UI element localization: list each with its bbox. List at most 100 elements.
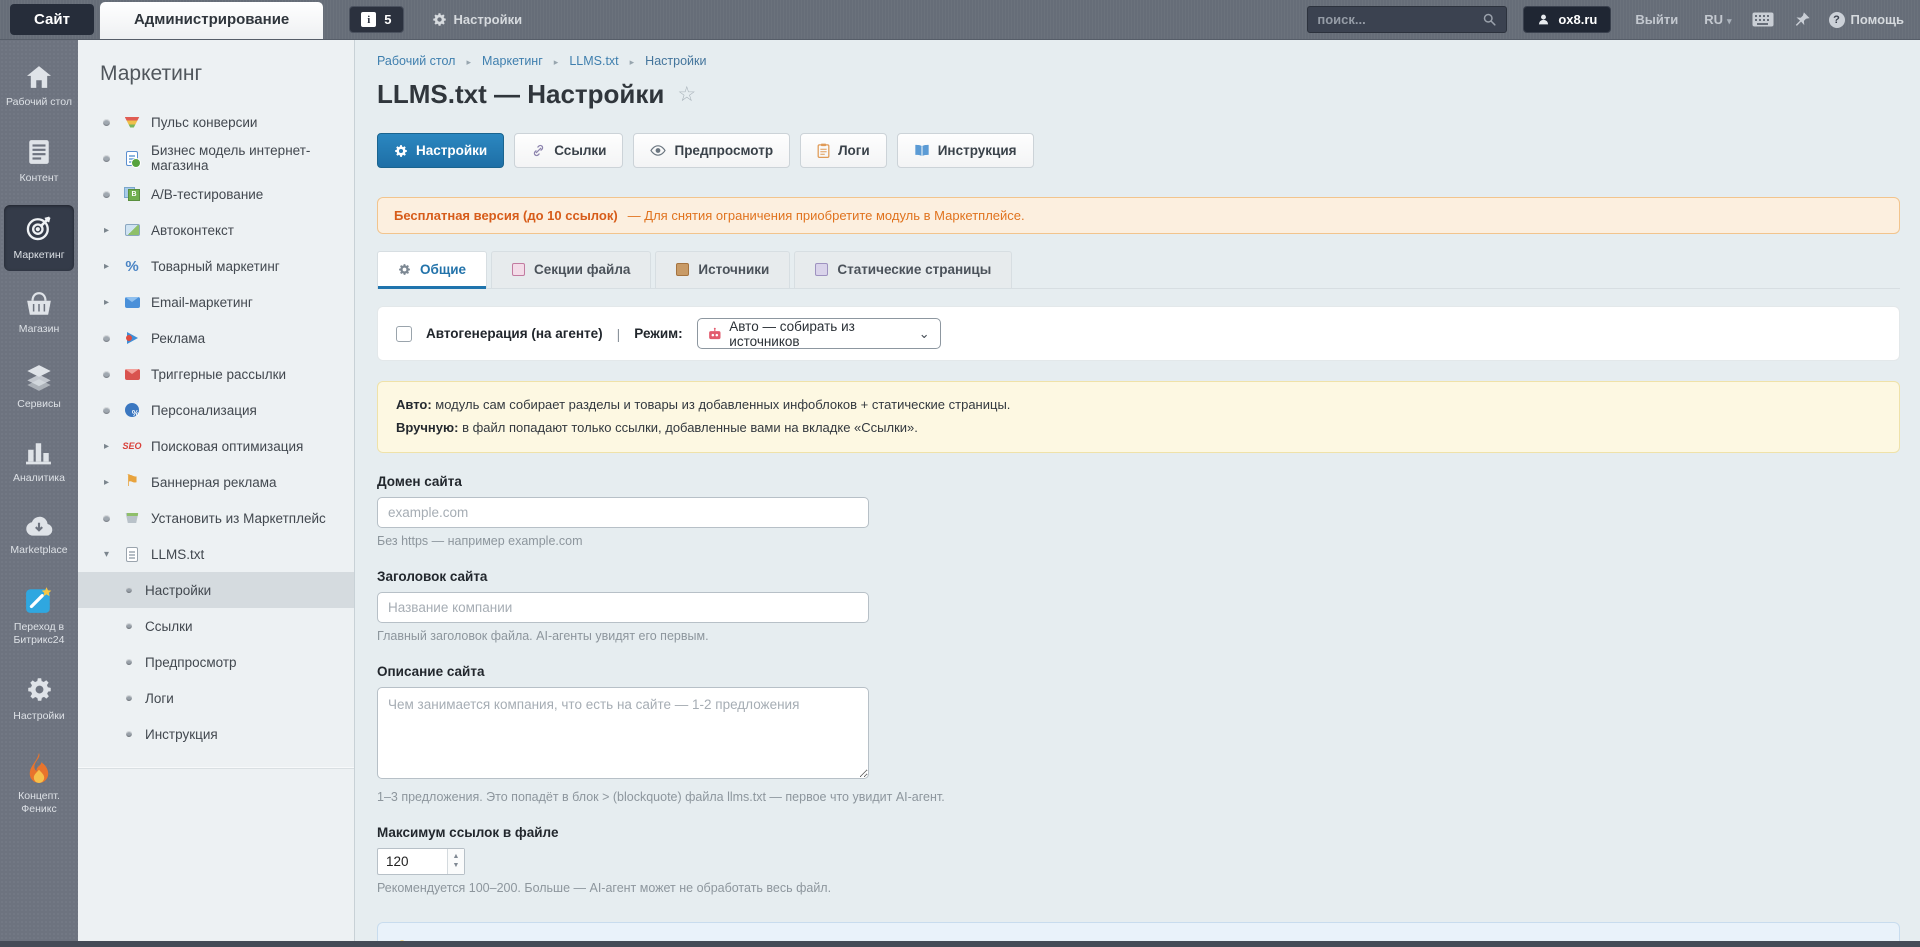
gear-icon [399, 264, 410, 275]
mode-help-auto: Авто: модуль сам собирает разделы и това… [396, 397, 1011, 412]
rail-item-desktop[interactable]: Рабочий стол [4, 56, 74, 118]
sidebar-item-llms-settings[interactable]: Настройки [78, 572, 354, 608]
description-textarea[interactable] [377, 686, 869, 779]
autogen-checkbox[interactable] [396, 325, 412, 342]
layers-icon [25, 365, 53, 392]
notifications-badge[interactable]: 5 [349, 6, 404, 33]
sidebar-item-llms[interactable]: ▾ LLMS.txt [78, 536, 354, 572]
domain-input[interactable] [377, 496, 869, 528]
rail-item-analytics[interactable]: Аналитика [4, 432, 74, 494]
sidebar-item-trigger-mailings[interactable]: Триггерные рассылки [78, 356, 354, 392]
logout-link[interactable]: Выйти [1635, 12, 1678, 27]
tab-admin[interactable]: Администрирование [99, 2, 324, 39]
sidebar-item-banner-ads[interactable]: ▸ Баннерная реклама [78, 464, 354, 500]
business-model-icon [123, 149, 141, 168]
rail-item-marketing[interactable]: Маркетинг [4, 205, 74, 271]
mail-alert-icon [123, 365, 141, 383]
favorite-star-icon[interactable] [677, 82, 696, 107]
sidebar-item-email-marketing[interactable]: ▸ Email-маркетинг [78, 284, 354, 320]
sidebar-item-autocontext[interactable]: ▸ Автоконтекст [78, 212, 354, 248]
target-icon [25, 214, 53, 242]
rail-item-bitrix24[interactable]: Переход в Битрикс24 [4, 577, 74, 655]
search-input[interactable] [1317, 12, 1483, 27]
description-label: Описание сайта [377, 663, 485, 679]
search-box[interactable] [1307, 6, 1508, 33]
action-buttons: Настройки Ссылки Предпросмотр Логи Инстр… [377, 133, 1900, 168]
sidebar-item-conversion-pulse[interactable]: Пульс конверсии [78, 104, 354, 140]
rail-item-phoenix[interactable]: Концепт. Феникс [4, 744, 74, 824]
chevron-down-icon: ▾ [103, 548, 110, 560]
tab-general[interactable]: Общие [377, 251, 488, 289]
flame-icon [27, 752, 51, 783]
search-icon[interactable] [1482, 12, 1497, 27]
info-icon [361, 12, 377, 27]
topbar-settings-button[interactable]: Настройки [432, 12, 522, 27]
link-icon [534, 144, 544, 157]
preview-button[interactable]: Предпросмотр [633, 133, 791, 168]
logs-button[interactable]: Логи [800, 133, 887, 168]
sidebar-item-ads[interactable]: Реклама [78, 320, 354, 356]
bar-chart-icon [26, 441, 52, 465]
tab-site[interactable]: Сайт [10, 4, 94, 35]
page-icon [815, 263, 829, 276]
sidebar-item-install-marketplace[interactable]: Установить из Маркетплейс [78, 500, 354, 536]
breadcrumb-current[interactable]: Настройки [645, 54, 706, 68]
number-stepper[interactable] [447, 848, 464, 874]
rail-item-content[interactable]: Контент [4, 130, 74, 194]
chevron-down-icon [1727, 12, 1732, 27]
ab-test-icon [123, 185, 141, 203]
breadcrumb: Рабочий стол Маркетинг LLMS.txt Настройк… [377, 54, 1900, 68]
sidebar-item-llms-logs[interactable]: Логи [78, 680, 354, 716]
tab-sources[interactable]: Источники [655, 251, 791, 288]
autogen-label: Автогенерация (на агенте) [426, 326, 603, 341]
bullet-icon [100, 371, 113, 378]
manual-button[interactable]: Инструкция [896, 133, 1034, 168]
file-icon [123, 545, 141, 563]
max-links-hint: Рекомендуется 100–200. Больше — AI-агент… [377, 880, 832, 895]
cart-icon [123, 509, 141, 527]
help-button[interactable]: Помощь [1828, 11, 1904, 28]
envelope-icon [123, 293, 141, 311]
pin-icon[interactable] [1794, 11, 1811, 28]
rail-item-marketplace[interactable]: Marketplace [4, 506, 74, 566]
sidebar-item-ab-testing[interactable]: A/B-тестирование [78, 176, 354, 212]
settings-button[interactable]: Настройки [377, 133, 505, 168]
bullet-icon [122, 623, 135, 629]
tab-file-sections[interactable]: Секции файла [491, 251, 652, 288]
user-icon [1539, 14, 1549, 25]
rail-item-shop[interactable]: Магазин [4, 283, 74, 345]
document-icon [512, 263, 526, 276]
sidebar-item-seo[interactable]: ▸ Поисковая оптимизация [78, 428, 354, 464]
max-links-label: Максимум ссылок в файле [377, 824, 559, 840]
page-title: LLMS.txt — Настройки [377, 79, 665, 109]
keyboard-icon[interactable] [1752, 12, 1774, 27]
eye-icon [650, 145, 667, 156]
mode-select[interactable]: Авто — собирать из источников [696, 318, 941, 349]
links-button[interactable]: Ссылки [514, 133, 624, 168]
breadcrumb-link[interactable]: Маркетинг [482, 54, 543, 68]
rail-item-settings[interactable]: Настройки [4, 667, 74, 732]
site-title-label: Заголовок сайта [377, 568, 488, 584]
sidebar-item-product-marketing[interactable]: ▸ Товарный маркетинг [78, 248, 354, 284]
sidebar-item-llms-preview[interactable]: Предпросмотр [78, 644, 354, 680]
sidebar-item-llms-links[interactable]: Ссылки [78, 608, 354, 644]
breadcrumb-arrow-icon [466, 54, 471, 68]
sidebar-divider [78, 768, 354, 769]
free-version-notice: Бесплатная версия (до 10 ссылок) — Для с… [377, 197, 1900, 234]
sidebar-item-business-model[interactable]: Бизнес модель интернет-магазина [78, 140, 354, 176]
rail-item-services[interactable]: Сервисы [4, 356, 74, 420]
bitrix24-icon [25, 586, 53, 614]
breadcrumb-link[interactable]: Рабочий стол [377, 54, 455, 68]
language-switcher[interactable]: RU [1704, 12, 1731, 27]
tab-static-pages[interactable]: Статические страницы [794, 251, 1013, 288]
chevron-right-icon: ▸ [103, 440, 110, 452]
bullet-icon [100, 155, 113, 162]
autocontext-icon [123, 221, 141, 239]
sidebar-item-personalization[interactable]: Персонализация [78, 392, 354, 428]
site-title-input[interactable] [377, 591, 869, 623]
breadcrumb-link[interactable]: LLMS.txt [569, 54, 618, 68]
bullet-icon [100, 515, 113, 522]
bullet-icon [122, 587, 135, 593]
sidebar-item-llms-manual[interactable]: Инструкция [78, 716, 354, 752]
user-button[interactable]: ox8.ru [1523, 6, 1612, 33]
